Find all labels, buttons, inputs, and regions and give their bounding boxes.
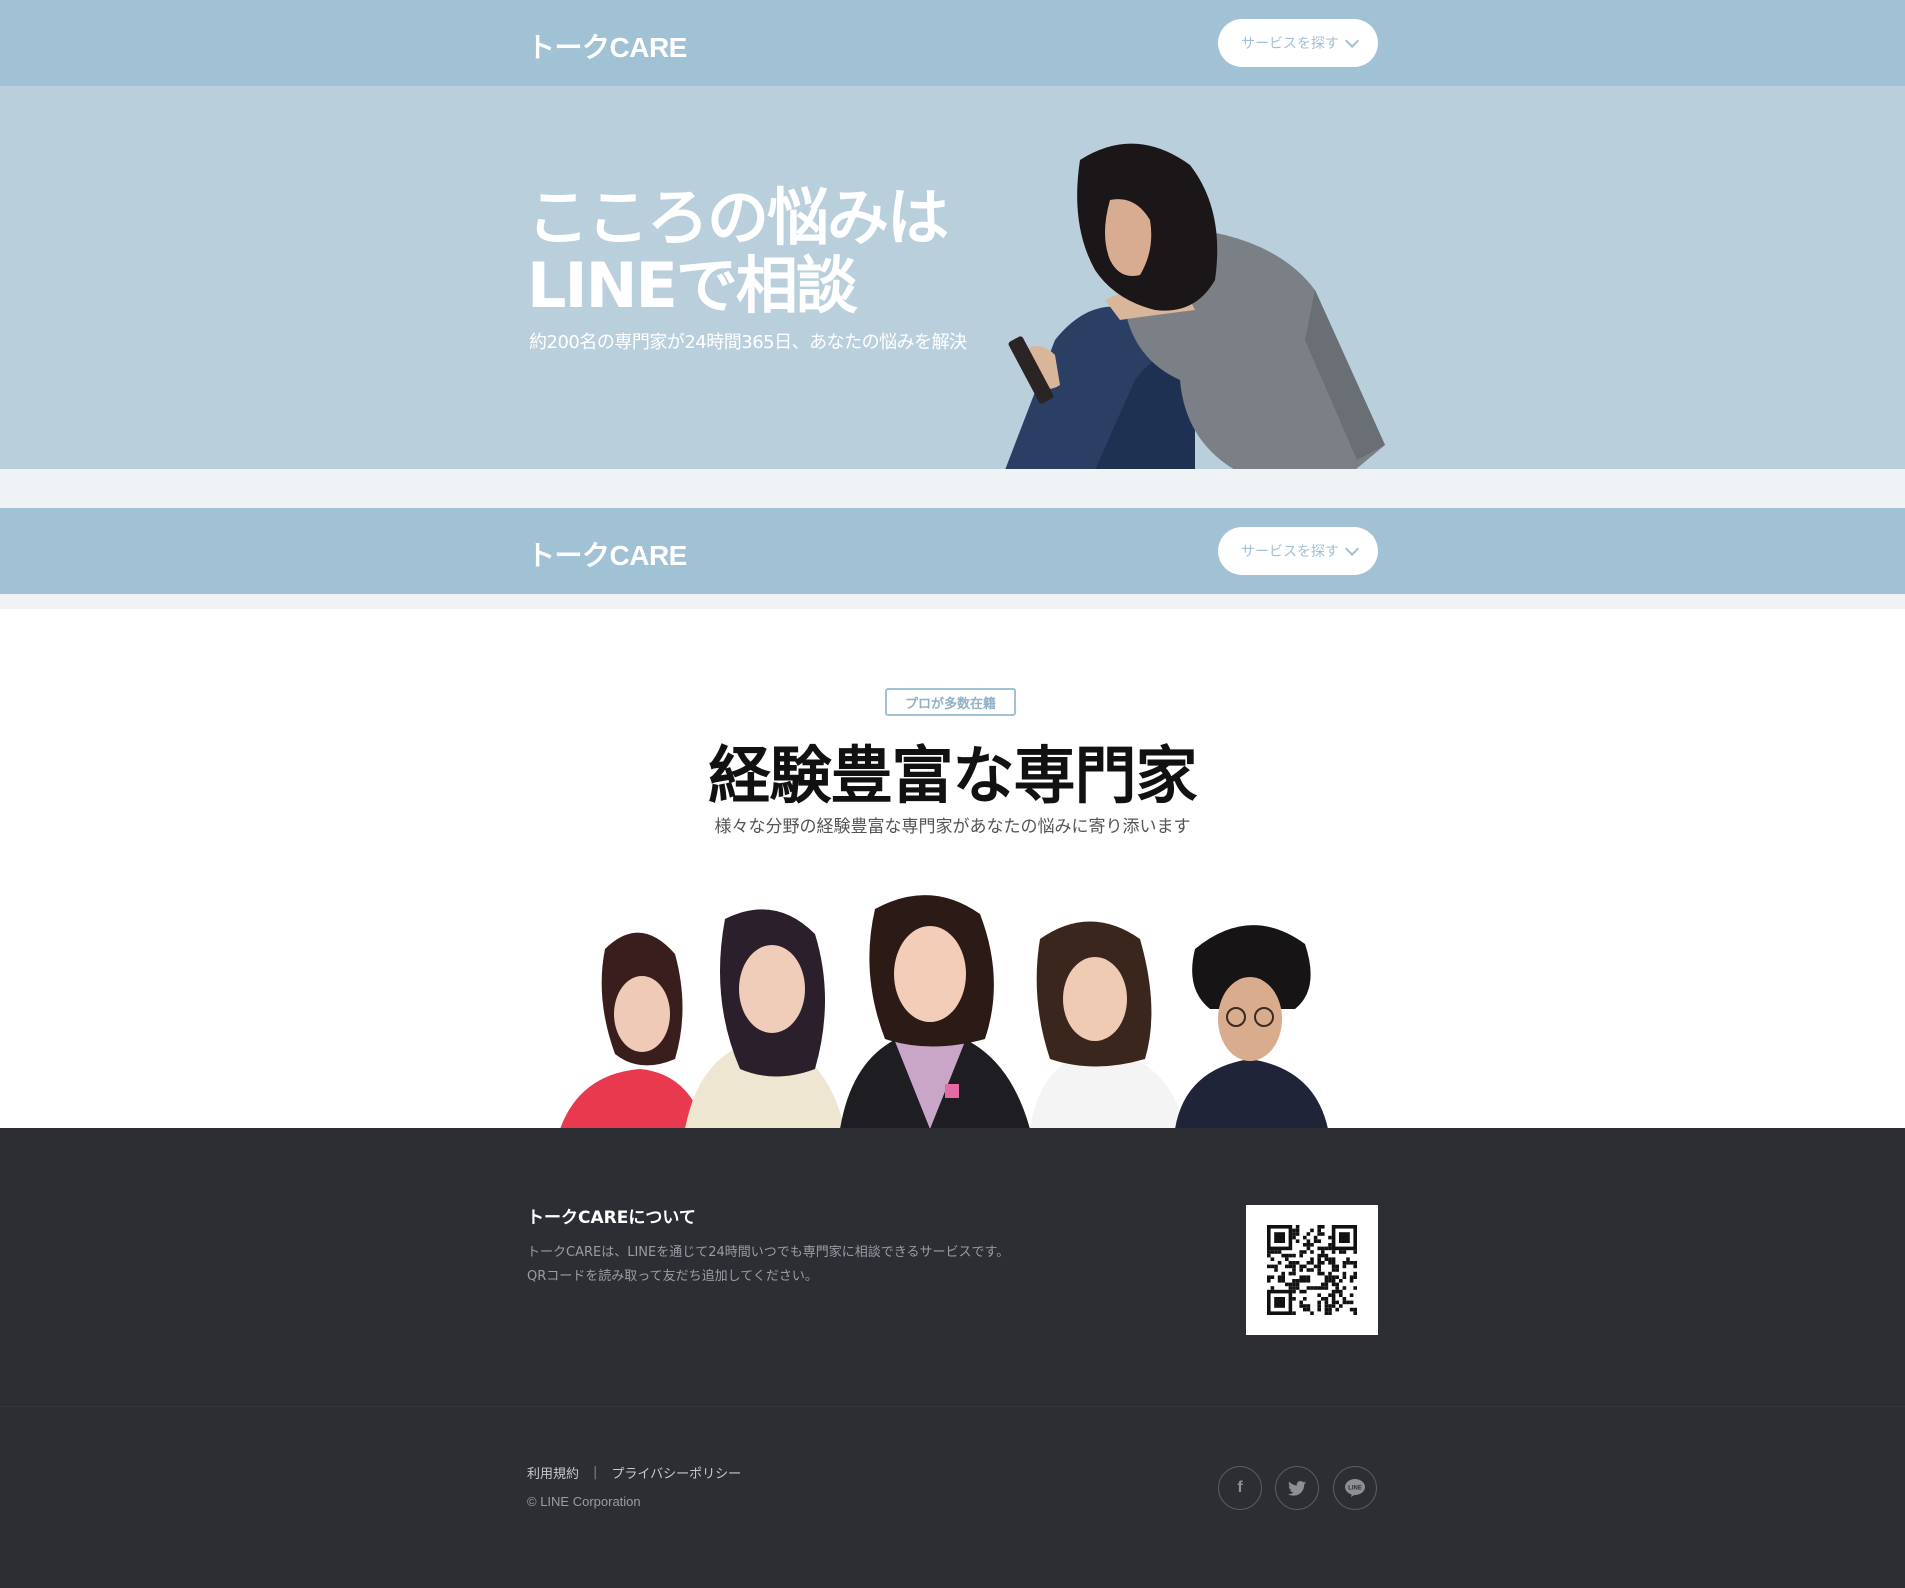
- hero-banner: こころの悩みは LINEで相談 約200名の専門家が24時間365日、あなたの悩…: [0, 86, 1905, 469]
- footer-info: トークCAREについて トークCAREは、LINEを通じて24時間いつでも専門家…: [0, 1128, 1905, 1407]
- hero-headline-line1: こころの悩みは: [527, 181, 949, 254]
- logo[interactable]: トークCARE: [527, 534, 687, 574]
- top-header: トークCARE サービスを探す: [0, 0, 1905, 86]
- footer-heading: トークCAREについて: [527, 1208, 696, 1228]
- experts-description: 様々な分野の経験豊富な専門家があなたの悩みに寄り添います: [714, 817, 1191, 837]
- expert-portrait-2: [685, 909, 845, 1128]
- line-share-button[interactable]: LINE: [1333, 1466, 1377, 1510]
- hero-headline: こころの悩みは LINEで相談: [527, 181, 949, 322]
- footer-text-line2: QRコードを読み取って友だち追加してください。: [527, 1269, 818, 1284]
- footer-links: 利用規約 | プライバシーポリシー: [527, 1463, 741, 1482]
- section-gap: [0, 469, 1905, 508]
- experts-group-photo: [560, 895, 1328, 1128]
- expert-portrait-1: [560, 932, 705, 1128]
- service-menu-button[interactable]: サービスを探す: [1218, 527, 1378, 575]
- hero-headline-line2: LINEで相談: [527, 249, 858, 322]
- terms-link[interactable]: 利用規約: [527, 1463, 579, 1482]
- hero-subtitle: 約200名の専門家が24時間365日、あなたの悩みを解決: [529, 332, 967, 353]
- hero-woman-photo: [1005, 143, 1385, 469]
- service-menu-label: サービスを探す: [1241, 36, 1339, 52]
- footer-text-line1: トークCAREは、LINEを通じて24時間いつでも専門家に相談できるサービスです…: [527, 1245, 1010, 1260]
- expert-portrait-5: [1175, 925, 1328, 1128]
- sticky-header: トークCARE サービスを探す: [0, 508, 1905, 594]
- expert-portrait-3: [840, 895, 1030, 1128]
- chevron-down-icon: [1345, 541, 1360, 556]
- qr-code: [1246, 1205, 1378, 1335]
- footer-bottom: 利用規約 | プライバシーポリシー © LINE Corporation f L…: [0, 1407, 1905, 1588]
- link-separator: |: [593, 1465, 598, 1480]
- copyright: © LINE Corporation: [527, 1494, 641, 1509]
- experts-section: プロが多数在籍 経験豊富な専門家 様々な分野の経験豊富な専門家があなたの悩みに寄…: [0, 609, 1905, 1128]
- service-menu-button[interactable]: サービスを探す: [1218, 19, 1378, 67]
- line-icon: LINE: [1345, 1479, 1365, 1497]
- line-icon-text: LINE: [1348, 1486, 1362, 1492]
- service-menu-label: サービスを探す: [1241, 544, 1339, 560]
- twitter-icon: [1288, 1480, 1306, 1496]
- chevron-down-icon: [1345, 33, 1360, 48]
- logo[interactable]: トークCARE: [527, 26, 687, 66]
- experts-title: 経験豊富な専門家: [708, 739, 1197, 812]
- section-gap: [0, 594, 1905, 609]
- expert-portrait-4: [1030, 921, 1185, 1128]
- footer-text: トークCAREは、LINEを通じて24時間いつでも専門家に相談できるサービスです…: [527, 1241, 1127, 1289]
- experts-tag: プロが多数在籍: [885, 688, 1016, 716]
- facebook-share-button[interactable]: f: [1218, 1466, 1262, 1510]
- twitter-share-button[interactable]: [1275, 1466, 1319, 1510]
- privacy-link[interactable]: プライバシーポリシー: [611, 1463, 741, 1482]
- facebook-icon: f: [1237, 1479, 1243, 1496]
- qr-code-icon: [1267, 1225, 1357, 1315]
